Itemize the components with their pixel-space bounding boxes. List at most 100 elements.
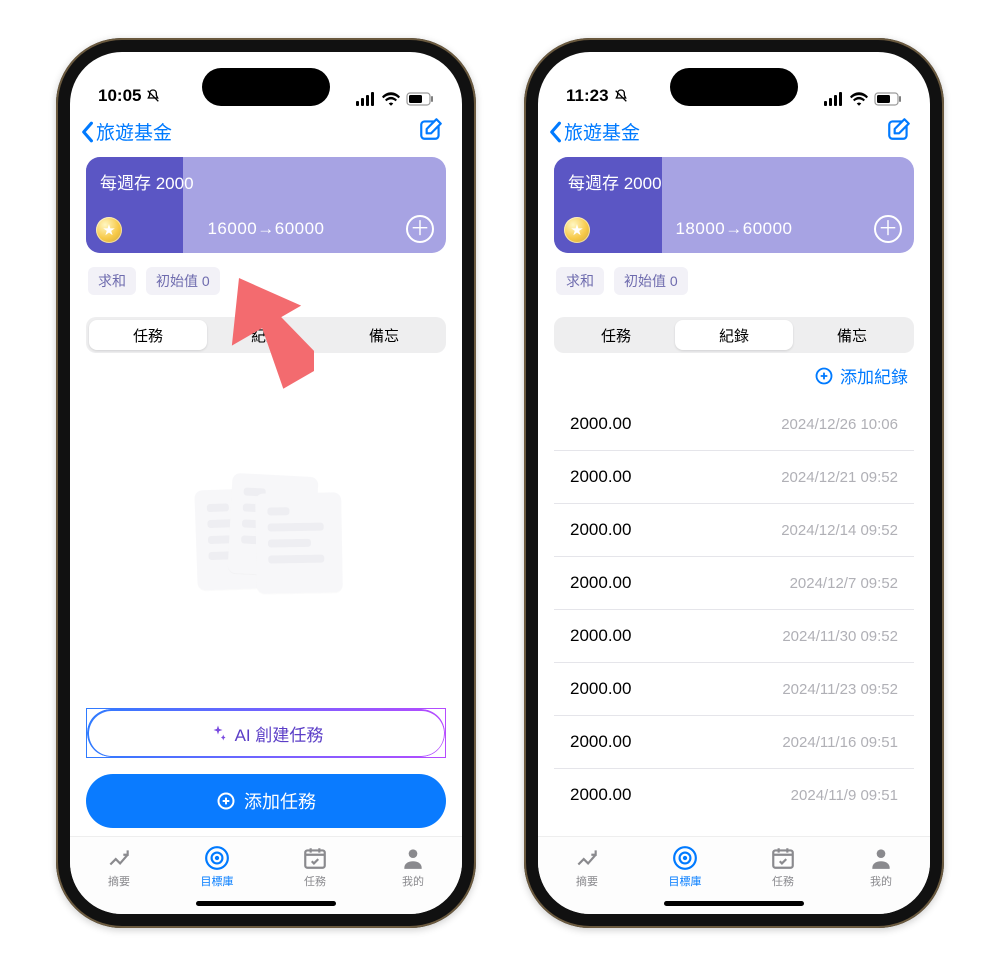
tab-tasks[interactable]: 任務 <box>266 837 364 896</box>
tab-summary[interactable]: 摘要 <box>70 837 168 896</box>
record-row[interactable]: 2000.002024/12/21 09:52 <box>554 451 914 504</box>
add-task-button[interactable]: 添加任務 <box>86 774 446 828</box>
battery-icon <box>874 92 902 106</box>
record-timestamp: 2024/11/9 09:51 <box>791 787 898 804</box>
record-timestamp: 2024/11/23 09:52 <box>782 681 898 698</box>
plus-circle-icon <box>814 366 834 386</box>
chart-up-icon <box>574 845 600 871</box>
tab-tasks-label: 任務 <box>772 873 794 889</box>
add-progress-button[interactable]: ＋ <box>874 215 902 243</box>
home-indicator[interactable] <box>196 901 336 906</box>
goal-progress-text: 18000→60000 <box>554 219 914 239</box>
tab-tasks-label: 任務 <box>304 873 326 889</box>
seg-tasks[interactable]: 任務 <box>89 320 207 350</box>
record-amount: 2000.00 <box>570 573 631 593</box>
person-icon <box>400 845 426 871</box>
back-title: 旅遊基金 <box>96 118 172 145</box>
record-amount: 2000.00 <box>570 626 631 646</box>
chips-row: 求和 初始值 0 <box>556 267 912 295</box>
compose-icon <box>418 116 444 142</box>
person-icon <box>868 845 894 871</box>
sparkle-icon <box>209 724 227 742</box>
add-record-button[interactable]: 添加紀錄 <box>554 353 914 398</box>
seg-notes[interactable]: 備忘 <box>793 320 911 350</box>
back-button[interactable]: 旅遊基金 <box>548 118 640 145</box>
record-amount: 2000.00 <box>570 467 631 487</box>
seg-records[interactable]: 紀錄 <box>675 320 793 350</box>
status-time: 11:23 <box>566 86 609 106</box>
chips-row: 求和 初始值 0 <box>88 267 444 295</box>
tab-mine[interactable]: 我的 <box>364 837 462 896</box>
phone-right: 11:23 <box>524 38 944 928</box>
tab-tasks[interactable]: 任務 <box>734 837 832 896</box>
documents-icon <box>196 471 336 591</box>
add-record-label: 添加紀錄 <box>840 363 908 388</box>
chip-initial-value[interactable]: 初始值 0 <box>614 267 688 295</box>
add-progress-button[interactable]: ＋ <box>406 215 434 243</box>
edit-button[interactable] <box>418 116 444 147</box>
records-list: 2000.00 2024/12/26 10:06 2000.002024/12/21… <box>554 398 914 828</box>
seg-notes[interactable]: 備忘 <box>325 320 443 350</box>
edit-button[interactable] <box>886 116 912 147</box>
record-row[interactable]: 2000.002024/11/30 09:52 <box>554 610 914 663</box>
back-title: 旅遊基金 <box>564 118 640 145</box>
record-amount: 2000.00 <box>570 732 631 752</box>
record-timestamp: 2024/12/14 09:52 <box>781 522 898 539</box>
tab-goals[interactable]: 目標庫 <box>168 837 266 896</box>
record-row[interactable]: 2000.002024/11/23 09:52 <box>554 663 914 716</box>
seg-records[interactable]: 紀錄 <box>207 320 325 350</box>
record-amount: 2000.00 <box>570 520 631 540</box>
ai-button-label: AI 創建任務 <box>235 721 324 746</box>
chip-mode[interactable]: 求和 <box>88 267 136 295</box>
target-icon <box>204 845 230 871</box>
wifi-icon <box>382 92 400 106</box>
tab-mine-label: 我的 <box>402 873 424 889</box>
chevron-left-icon <box>548 121 562 143</box>
plus-circle-icon <box>216 791 236 811</box>
dynamic-island <box>202 68 330 106</box>
record-timestamp: 2024/12/26 10:06 <box>781 416 898 433</box>
chip-initial-value[interactable]: 初始值 0 <box>146 267 220 295</box>
target-icon <box>672 845 698 871</box>
chart-up-icon <box>106 845 132 871</box>
tab-summary[interactable]: 摘要 <box>538 837 636 896</box>
record-row[interactable]: 2000.00 2024/12/14 09:52 <box>554 504 914 557</box>
silent-icon <box>145 88 161 104</box>
segmented-control[interactable]: 任務 紀錄 備忘 <box>86 317 446 353</box>
segmented-control[interactable]: 任務 紀錄 備忘 <box>554 317 914 353</box>
tab-mine-label: 我的 <box>870 873 892 889</box>
add-task-label: 添加任務 <box>244 788 316 814</box>
record-row[interactable]: 2000.00 2024/12/26 10:06 <box>554 398 914 451</box>
calendar-check-icon <box>302 845 328 871</box>
battery-icon <box>406 92 434 106</box>
nav-bar: 旅遊基金 <box>538 108 930 153</box>
goal-progress-card[interactable]: 每週存 2000 ★ 16000→60000 ＋ <box>86 157 446 253</box>
back-button[interactable]: 旅遊基金 <box>80 118 172 145</box>
silent-icon <box>613 88 629 104</box>
record-row[interactable]: 2000.002024/11/16 09:51 <box>554 716 914 769</box>
record-row[interactable]: 2000.00 2024/11/9 09:51 <box>554 769 914 821</box>
ai-create-task-button[interactable]: AI 創建任務 <box>86 708 446 758</box>
tab-goals-label: 目標庫 <box>669 873 702 889</box>
tab-goals[interactable]: 目標庫 <box>636 837 734 896</box>
phone-left: 10:05 <box>56 38 476 928</box>
chip-mode[interactable]: 求和 <box>556 267 604 295</box>
tab-mine[interactable]: 我的 <box>832 837 930 896</box>
goal-card-title: 每週存 2000 <box>100 169 194 194</box>
goal-progress-card[interactable]: 每週存 2000 ★ 18000→60000 ＋ <box>554 157 914 253</box>
record-amount: 2000.00 <box>570 785 631 805</box>
chevron-left-icon <box>80 121 94 143</box>
wifi-icon <box>850 92 868 106</box>
cellular-icon <box>824 92 844 106</box>
calendar-check-icon <box>770 845 796 871</box>
tab-summary-label: 摘要 <box>576 873 598 889</box>
tab-summary-label: 摘要 <box>108 873 130 889</box>
home-indicator[interactable] <box>664 901 804 906</box>
empty-state <box>86 353 446 708</box>
record-amount: 2000.00 <box>570 414 631 434</box>
seg-tasks[interactable]: 任務 <box>557 320 675 350</box>
record-row[interactable]: 2000.002024/12/7 09:52 <box>554 557 914 610</box>
nav-bar: 旅遊基金 <box>70 108 462 153</box>
compose-icon <box>886 116 912 142</box>
dynamic-island <box>670 68 798 106</box>
